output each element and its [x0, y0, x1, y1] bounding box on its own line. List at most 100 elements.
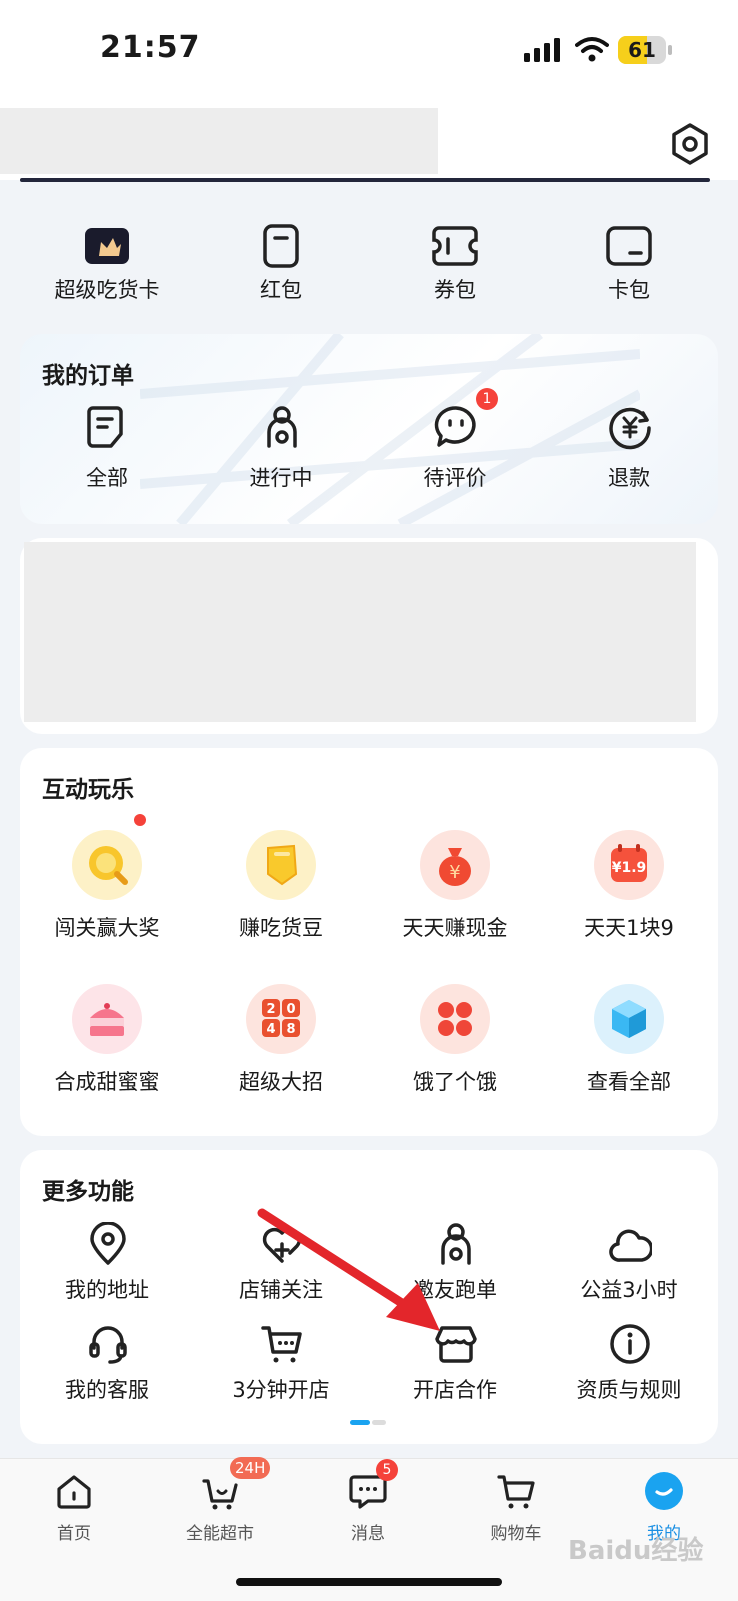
more-functions-card: 更多功能 我的地址 店铺关注 邀友跑单 公益3小时 我的客服 3分钟开店 开店合… [20, 1150, 718, 1444]
supermarket-24h-badge: 24H [230, 1457, 271, 1479]
play-label: 饿了个饿 [413, 1070, 497, 1094]
more-label: 我的客服 [65, 1378, 149, 1402]
play-title: 互动玩乐 [42, 777, 134, 803]
more-item-followed-stores[interactable]: 店铺关注 [194, 1222, 368, 1316]
refund-icon [609, 407, 651, 450]
play-card: 互动玩乐 闯关赢大奖 赚吃货豆 ¥ 天天赚现金 ¥1.9 天天1块9 合成甜蜜蜜… [20, 748, 718, 1136]
messages-count-badge: 5 [376, 1459, 398, 1481]
play-label: 查看全部 [587, 1070, 671, 1094]
more-label: 公益3小时 [580, 1278, 678, 1302]
play-item-super-move[interactable]: 2 0 4 8 超级大招 [194, 984, 368, 1104]
svg-text:2: 2 [266, 1002, 275, 1017]
tab-label: 消息 [351, 1524, 385, 1544]
tab-home[interactable]: 首页 [4, 1459, 144, 1559]
more-label: 资质与规则 [576, 1378, 682, 1402]
review-count-badge: 1 [476, 388, 498, 410]
bean-icon [267, 844, 298, 886]
play-label: 合成甜蜜蜜 [54, 1070, 160, 1094]
storefront-icon [435, 1326, 477, 1363]
more-item-open-store-3min[interactable]: 3分钟开店 [194, 1322, 368, 1416]
red-envelope-icon [263, 224, 299, 268]
play-label: 赚吃货豆 [239, 916, 323, 940]
play-label: 超级大招 [239, 1070, 323, 1094]
magnifier-coin-icon [89, 846, 128, 885]
play-item-sweet-merge[interactable]: 合成甜蜜蜜 [20, 984, 194, 1104]
play-item-hungry-game[interactable]: 饿了个饿 [368, 984, 542, 1104]
more-item-invite-rider[interactable]: 邀友跑单 [368, 1222, 542, 1316]
more-label: 开店合作 [413, 1378, 497, 1402]
headset-icon [89, 1326, 127, 1364]
play-item-earn-beans[interactable]: 赚吃货豆 [194, 830, 368, 950]
order-label: 进行中 [249, 466, 313, 490]
tab-label: 首页 [57, 1524, 91, 1544]
asset-label: 券包 [434, 278, 476, 302]
chat-bubble-icon [434, 406, 476, 447]
more-item-customer-service[interactable]: 我的客服 [20, 1322, 194, 1416]
battery-percent: 61 [628, 38, 656, 62]
home-icon [57, 1475, 91, 1509]
cart-chat-icon [261, 1326, 302, 1363]
home-indicator [236, 1578, 502, 1586]
card-wallet-icon [606, 226, 652, 266]
tab-messages[interactable]: 5 消息 [298, 1459, 438, 1559]
order-all[interactable]: 全部 [20, 404, 194, 514]
cube-icon [612, 1000, 646, 1038]
order-refund[interactable]: 退款 [542, 404, 716, 514]
play-item-daily-1-9[interactable]: ¥1.9 天天1块9 [542, 830, 716, 950]
money-bag-icon: ¥ [439, 848, 471, 886]
cake-icon [90, 1003, 124, 1036]
play-item-level-prize[interactable]: 闯关赢大奖 [20, 830, 194, 950]
banner-redacted-area [24, 542, 696, 722]
order-label: 待评价 [423, 466, 487, 490]
asset-item-red-envelope[interactable]: 红包 [194, 200, 368, 320]
shopping-cart-icon [497, 1475, 535, 1509]
heart-plus-icon [262, 1227, 302, 1263]
more-item-store-partnership[interactable]: 开店合作 [368, 1322, 542, 1416]
location-pin-icon [90, 1222, 126, 1265]
asset-item-coupon[interactable]: 券包 [368, 200, 542, 320]
more-title: 更多功能 [42, 1179, 134, 1205]
asset-label: 卡包 [608, 278, 650, 302]
svg-text:¥: ¥ [449, 862, 460, 883]
status-time: 21:57 [100, 30, 201, 65]
asset-item-card-wallet[interactable]: 卡包 [542, 200, 716, 320]
member-strip [20, 178, 710, 182]
orders-card: 我的订单 全部 进行中 1 待评价 退款 [20, 334, 718, 524]
cellular-signal-icon [524, 38, 560, 62]
promo-banner[interactable] [20, 538, 718, 734]
svg-text:0: 0 [286, 1002, 295, 1017]
asset-row: 超级吃货卡 红包 券包 卡包 [20, 200, 718, 320]
more-item-charity[interactable]: 公益3小时 [542, 1222, 716, 1316]
coupon-icon [432, 226, 478, 266]
settings-icon[interactable] [668, 122, 712, 166]
more-label: 我的地址 [65, 1278, 149, 1302]
svg-text:¥1.9: ¥1.9 [612, 860, 647, 876]
tab-cart[interactable]: 购物车 [446, 1459, 586, 1559]
order-label: 退款 [608, 466, 650, 490]
more-label: 邀友跑单 [413, 1278, 497, 1302]
match-game-icon [438, 1002, 472, 1036]
tab-label: 全能超市 [186, 1524, 254, 1544]
asset-label: 红包 [260, 278, 302, 302]
play-label: 天天赚现金 [402, 916, 508, 940]
play-label: 闯关赢大奖 [54, 916, 160, 940]
rider-icon [441, 1223, 471, 1265]
new-dot-indicator [134, 814, 146, 826]
document-icon [87, 406, 123, 448]
more-item-qualifications[interactable]: 资质与规则 [542, 1322, 716, 1416]
cloud-icon [609, 1229, 652, 1262]
asset-item-super-card[interactable]: 超级吃货卡 [20, 200, 194, 320]
more-item-address[interactable]: 我的地址 [20, 1222, 194, 1316]
play-label: 天天1块9 [584, 916, 674, 940]
play-item-view-all[interactable]: 查看全部 [542, 984, 716, 1104]
calendar-deal-icon: ¥1.9 [611, 844, 647, 882]
order-in-progress[interactable]: 进行中 [194, 404, 368, 514]
tab-supermarket[interactable]: 24H 全能超市 [150, 1457, 290, 1559]
profile-header [0, 108, 738, 180]
play-item-daily-cash[interactable]: ¥ 天天赚现金 [368, 830, 542, 950]
game-2048-icon: 2 0 4 8 [262, 999, 300, 1037]
order-to-review[interactable]: 1 待评价 [368, 388, 542, 514]
battery-indicator: 61 [618, 36, 672, 64]
order-label: 全部 [86, 466, 128, 490]
profile-redacted-area [0, 108, 438, 174]
